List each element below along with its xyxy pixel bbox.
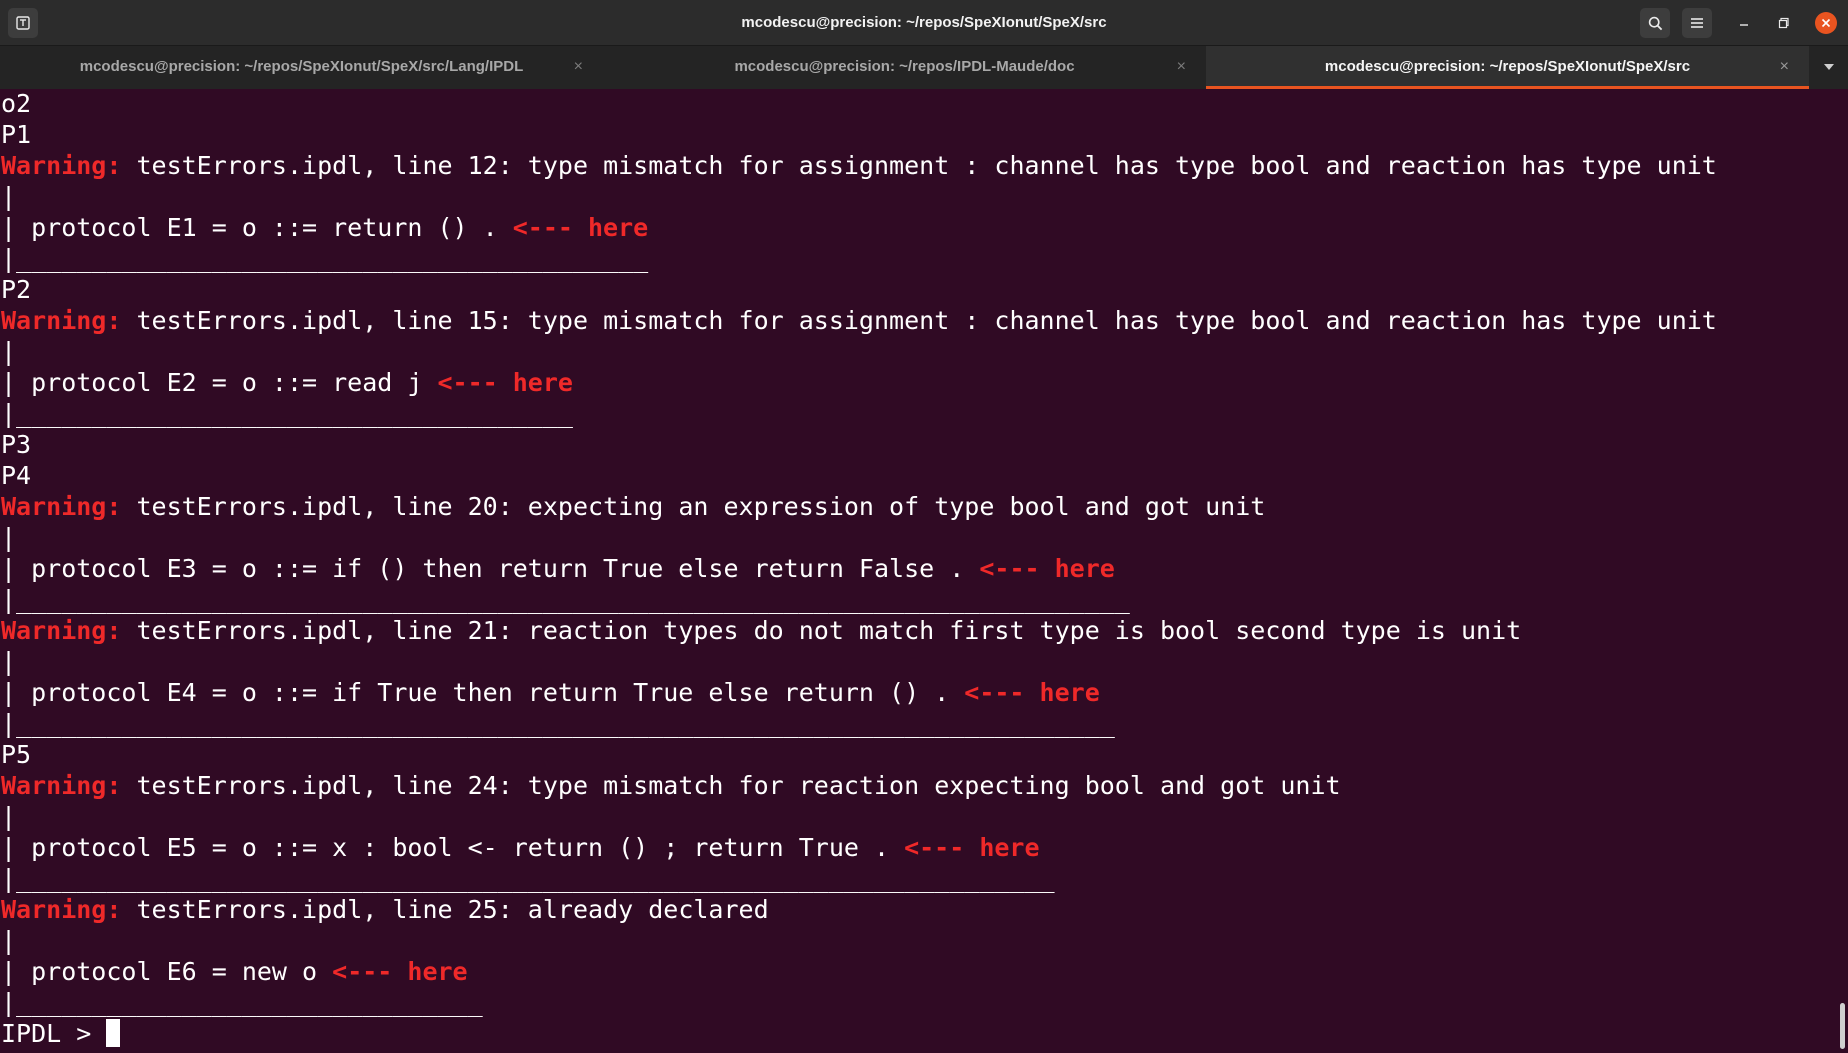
warning-message: testErrors.ipdl, line 12: type mismatch … (121, 151, 1717, 180)
output-line: P5 (1, 740, 32, 769)
tab-label: mcodescu@precision: ~/repos/IPDL-Maude/d… (734, 58, 1075, 75)
minimize-icon (1729, 17, 1759, 29)
warning-message: testErrors.ipdl, line 24: type mismatch … (121, 771, 1341, 800)
output-line: |_____________________________________ (1, 399, 573, 428)
tab-spex-src[interactable]: mcodescu@precision: ~/repos/SpeXIonut/Sp… (1206, 46, 1809, 89)
code-line: | protocol E1 = o ::= return () . <--- h… (0, 212, 1836, 243)
warning-line: Warning: testErrors.ipdl, line 25: alrea… (0, 894, 1836, 925)
shell-prompt: IPDL > (1, 1019, 107, 1048)
tab-ipdl-lang[interactable]: mcodescu@precision: ~/repos/SpeXIonut/Sp… (0, 46, 603, 89)
output-line: | (1, 523, 17, 552)
warning-line: Warning: testErrors.ipdl, line 12: type … (0, 150, 1836, 181)
code-text: | protocol E3 = o ::= if () then return … (1, 554, 980, 583)
warning-label: Warning: (1, 616, 122, 645)
output-line: P3 (1, 430, 32, 459)
close-window-button[interactable] (1815, 12, 1837, 34)
prompt-line[interactable]: IPDL > (0, 1018, 1836, 1049)
here-marker: <--- here (964, 678, 1100, 707)
tab-label: mcodescu@precision: ~/repos/SpeXIonut/Sp… (1324, 58, 1691, 75)
code-text: | protocol E5 = o ::= x : bool <- return… (1, 833, 905, 862)
warning-message: testErrors.ipdl, line 20: expecting an e… (121, 492, 1266, 521)
output-line: P4 (1, 461, 32, 490)
menu-button[interactable] (1682, 8, 1712, 38)
terminal-output[interactable]: o2 P1 Warning: testErrors.ipdl, line 12:… (0, 88, 1836, 1053)
warning-line: Warning: testErrors.ipdl, line 15: type … (0, 305, 1836, 336)
output-line: P1 (1, 120, 32, 149)
terminal-scrollbar[interactable] (1836, 88, 1848, 1053)
close-icon (1815, 18, 1837, 28)
here-marker: <--- here (904, 833, 1040, 862)
code-text: | protocol E1 = o ::= return () . (1, 213, 513, 242)
code-text: | protocol E4 = o ::= if True then retur… (1, 678, 965, 707)
warning-label: Warning: (1, 771, 122, 800)
title-bar: mcodescu@precision: ~/repos/SpeXIonut/Sp… (0, 0, 1848, 45)
warning-label: Warning: (1, 306, 122, 335)
tab-ipdl-maude-doc[interactable]: mcodescu@precision: ~/repos/IPDL-Maude/d… (603, 46, 1206, 89)
output-line: | (1, 802, 17, 831)
warning-label: Warning: (1, 895, 122, 924)
output-line: o2 (1, 89, 32, 118)
tab-close-icon[interactable]: × (1780, 46, 1789, 89)
tab-close-icon[interactable]: × (574, 46, 583, 89)
tab-close-icon[interactable]: × (1177, 46, 1186, 89)
window-title: mcodescu@precision: ~/repos/SpeXIonut/Sp… (741, 14, 1107, 31)
warning-message: testErrors.ipdl, line 15: type mismatch … (121, 306, 1717, 335)
output-line: |_______________________________________… (1, 244, 649, 273)
warning-message: testErrors.ipdl, line 25: already declar… (121, 895, 769, 924)
code-line: | protocol E3 = o ::= if () then return … (0, 553, 1836, 584)
scrollbar-thumb[interactable] (1840, 1003, 1845, 1049)
warning-line: Warning: testErrors.ipdl, line 20: expec… (0, 491, 1836, 522)
tab-label: mcodescu@precision: ~/repos/SpeXIonut/Sp… (79, 58, 524, 75)
search-icon (1640, 16, 1670, 31)
here-marker: <--- here (979, 554, 1115, 583)
code-line: | protocol E2 = o ::= read j <--- here (0, 367, 1836, 398)
search-button[interactable] (1640, 8, 1670, 38)
warning-label: Warning: (1, 151, 122, 180)
tabs-menu-button[interactable] (1810, 46, 1848, 89)
output-line: | (1, 926, 17, 955)
maximize-icon (1769, 17, 1799, 29)
here-marker: <--- here (437, 368, 573, 397)
code-text: | protocol E6 = new o (1, 957, 333, 986)
code-line: | protocol E4 = o ::= if True then retur… (0, 677, 1836, 708)
maximize-button[interactable] (1769, 8, 1799, 38)
terminal-window: mcodescu@precision: ~/repos/SpeXIonut/Sp… (0, 0, 1848, 1053)
here-marker: <--- here (512, 213, 649, 242)
here-marker: <--- here (332, 957, 468, 986)
output-line: |_______________________________________… (1, 864, 1055, 893)
text-cursor (106, 1019, 121, 1047)
code-line: | protocol E5 = o ::= x : bool <- return… (0, 832, 1836, 863)
output-line: | (1, 647, 17, 676)
output-line: |_______________________________________… (1, 585, 1130, 614)
warning-label: Warning: (1, 492, 122, 521)
output-line: P2 (1, 275, 32, 304)
hamburger-menu-icon (1682, 16, 1712, 30)
warning-line: Warning: testErrors.ipdl, line 24: type … (0, 770, 1836, 801)
code-line: | protocol E6 = new o <--- here (0, 956, 1836, 987)
tab-bar: mcodescu@precision: ~/repos/SpeXIonut/Sp… (0, 45, 1848, 89)
minimize-button[interactable] (1729, 8, 1759, 38)
warning-message: testErrors.ipdl, line 21: reaction types… (121, 616, 1522, 645)
code-text: | protocol E2 = o ::= read j (1, 368, 438, 397)
output-line: |_______________________________ (1, 988, 483, 1017)
output-line: | (1, 337, 17, 366)
warning-line: Warning: testErrors.ipdl, line 21: react… (0, 615, 1836, 646)
output-line: | (1, 182, 17, 211)
chevron-down-icon (1810, 64, 1848, 70)
output-line: |_______________________________________… (1, 709, 1115, 738)
